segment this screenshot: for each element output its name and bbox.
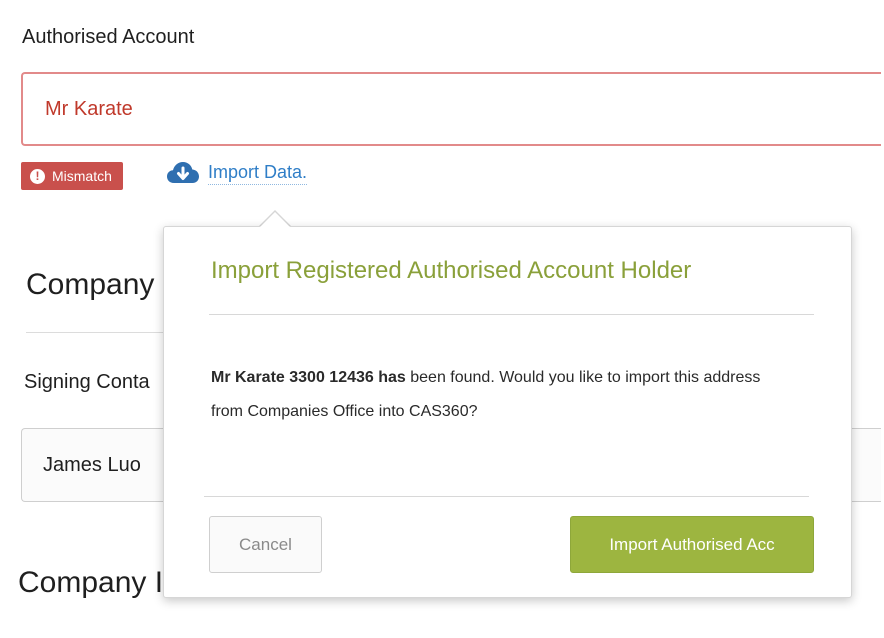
mismatch-badge: ! Mismatch xyxy=(21,162,123,190)
signing-contact-label: Signing Conta xyxy=(24,371,150,393)
popover-message: Mr Karate 3300 12436 has been found. Wou… xyxy=(211,361,771,429)
popover-message-highlight: Mr Karate 3300 12436 has xyxy=(211,369,406,386)
import-data-link-label[interactable]: Import Data. xyxy=(208,162,308,185)
popover-divider-top xyxy=(209,314,814,315)
company-section-title-2: Company I xyxy=(18,566,164,599)
popover-arrow-fill xyxy=(259,212,291,228)
section-divider xyxy=(26,332,176,333)
cancel-button[interactable]: Cancel xyxy=(209,516,322,573)
import-popover: Import Registered Authorised Account Hol… xyxy=(163,226,852,598)
popover-divider-bottom xyxy=(204,496,809,497)
popover-title: Import Registered Authorised Account Hol… xyxy=(211,257,692,284)
page: Authorised Account ! Mismatch Import Dat… xyxy=(0,0,884,638)
signing-contact-value: James Luo xyxy=(43,453,141,476)
cloud-download-icon xyxy=(167,162,199,183)
exclamation-circle-icon: ! xyxy=(30,168,45,184)
authorised-account-label: Authorised Account xyxy=(22,26,195,48)
import-authorised-account-button[interactable]: Import Authorised Acc xyxy=(570,516,814,573)
authorised-account-input[interactable] xyxy=(21,72,881,146)
mismatch-badge-label: Mismatch xyxy=(52,168,112,184)
company-section-title: Company xyxy=(26,268,155,301)
import-data-link[interactable]: Import Data. xyxy=(166,160,308,186)
